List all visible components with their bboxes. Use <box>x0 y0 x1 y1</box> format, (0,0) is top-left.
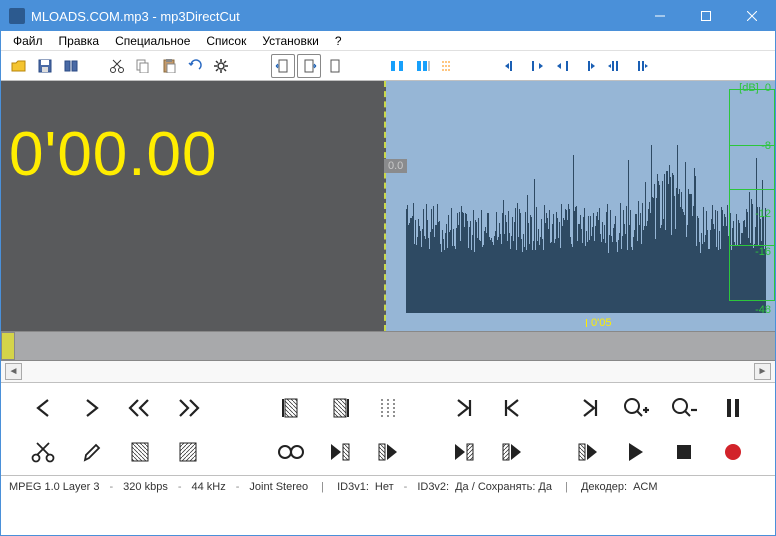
sel-begin-right-button[interactable] <box>525 55 549 77</box>
sel-both-right-button[interactable] <box>629 55 653 77</box>
scroll-right-button[interactable]: ► <box>754 363 771 380</box>
sel-both-left-button[interactable] <box>603 55 627 77</box>
goto-end-button[interactable] <box>439 393 487 423</box>
record-button[interactable] <box>709 437 757 467</box>
settings-button[interactable] <box>209 55 233 77</box>
doc-button[interactable] <box>323 55 347 77</box>
menu-special[interactable]: Специальное <box>107 33 198 49</box>
region-a-button[interactable] <box>116 437 164 467</box>
menu-file[interactable]: Файл <box>5 33 51 49</box>
menubar: Файл Правка Специальное Список Установки… <box>1 31 775 51</box>
status-channels: Joint Stereo <box>249 481 308 493</box>
status-decoder-value: ACM <box>633 481 657 493</box>
marker-b-button[interactable] <box>411 55 435 77</box>
waveform-area[interactable]: 0'00.00 0.0 [dB] 0 -8 -12 -16 -48 0'05 <box>1 81 775 331</box>
cut-edit-button[interactable] <box>19 437 67 467</box>
transport-panel <box>1 383 775 475</box>
open-button[interactable] <box>7 55 31 77</box>
cut-button[interactable] <box>105 55 129 77</box>
waveform-pane[interactable]: [dB] 0 -8 -12 -16 -48 0'05 <box>386 81 775 331</box>
db-16: -16 <box>725 246 775 258</box>
statusbar: MPEG 1.0 Layer 3 - 320 kbps - 44 kHz - J… <box>1 475 775 497</box>
play-from-b-button[interactable] <box>439 437 487 467</box>
rewind-button[interactable] <box>116 393 164 423</box>
menu-settings[interactable]: Установки <box>254 33 326 49</box>
step-forward-button[interactable] <box>67 393 115 423</box>
minimize-button[interactable] <box>637 1 683 31</box>
status-id3v2-label: ID3v2: <box>417 481 449 493</box>
app-icon <box>9 8 25 24</box>
db-48: -48 <box>725 304 775 316</box>
pause-button[interactable] <box>709 393 757 423</box>
copy-button[interactable] <box>131 55 155 77</box>
set-begin-button[interactable] <box>267 393 315 423</box>
play-to-a-button[interactable] <box>364 437 412 467</box>
marker-a-button[interactable] <box>385 55 409 77</box>
sel-begin-left-button[interactable] <box>499 55 523 77</box>
menu-help[interactable]: ? <box>327 33 350 49</box>
stop-button[interactable] <box>660 437 708 467</box>
region-b-button[interactable] <box>164 437 212 467</box>
fast-forward-button[interactable] <box>164 393 212 423</box>
waveform-bars <box>386 143 775 313</box>
goto-start-button[interactable] <box>488 393 536 423</box>
db-meter-boxes <box>729 89 775 301</box>
titlebar: MLOADS.COM.mp3 - mp3DirectCut <box>1 1 775 31</box>
play-from-a-button[interactable] <box>315 437 363 467</box>
status-codec: MPEG 1.0 Layer 3 <box>9 481 100 493</box>
db-8: -8 <box>725 140 775 152</box>
sel-end-left-button[interactable] <box>551 55 575 77</box>
undo-button[interactable] <box>183 55 207 77</box>
next-cue-button[interactable] <box>563 393 611 423</box>
edit-button[interactable] <box>67 437 115 467</box>
db-0: 0 <box>765 82 771 94</box>
sel-end-right-button[interactable] <box>577 55 601 77</box>
doc-prev-button[interactable] <box>271 54 295 78</box>
current-position-marker[interactable] <box>1 332 15 360</box>
step-back-button[interactable] <box>19 393 67 423</box>
time-tick: 0'05 <box>586 317 611 329</box>
scrollbar-area: ◄ ► <box>1 361 775 383</box>
scroll-left-button[interactable]: ◄ <box>5 363 22 380</box>
maximize-button[interactable] <box>683 1 729 31</box>
toolbar <box>1 51 775 81</box>
doc-next-button[interactable] <box>297 54 321 78</box>
play-button[interactable] <box>612 437 660 467</box>
overview-timeline[interactable] <box>1 331 775 361</box>
window-title: MLOADS.COM.mp3 - mp3DirectCut <box>31 9 637 24</box>
split-button[interactable] <box>364 393 412 423</box>
time-pane: 0'00.00 <box>1 81 386 331</box>
play-to-c-button[interactable] <box>563 437 611 467</box>
timecode-display: 0'00.00 <box>9 119 217 190</box>
status-id3v2-value: Да / Сохранять: Да <box>455 481 552 493</box>
time-tick-label: 0'05 <box>591 317 611 329</box>
db-header: [dB] <box>739 82 759 94</box>
save-selection-button[interactable] <box>59 55 83 77</box>
status-id3v1-label: ID3v1: <box>337 481 369 493</box>
db-12: -12 <box>725 208 775 220</box>
status-id3v1-value: Нет <box>375 481 394 493</box>
marker-c-button[interactable] <box>437 55 461 77</box>
play-to-b-button[interactable] <box>488 437 536 467</box>
set-end-button[interactable] <box>315 393 363 423</box>
save-button[interactable] <box>33 55 57 77</box>
status-samplerate: 44 kHz <box>192 481 226 493</box>
menu-edit[interactable]: Правка <box>51 33 108 49</box>
paste-button[interactable] <box>157 55 181 77</box>
appname-text: mp3DirectCut <box>160 9 239 24</box>
zoom-in-button[interactable] <box>612 393 660 423</box>
close-button[interactable] <box>729 1 775 31</box>
filename-text: MLOADS.COM.mp3 <box>31 9 149 24</box>
zoom-out-button[interactable] <box>660 393 708 423</box>
status-decoder-label: Декодер: <box>581 481 627 493</box>
center-zero-badge: 0.0 <box>384 159 407 173</box>
loop-button[interactable] <box>267 437 315 467</box>
menu-list[interactable]: Список <box>198 33 254 49</box>
status-bitrate: 320 kbps <box>123 481 168 493</box>
